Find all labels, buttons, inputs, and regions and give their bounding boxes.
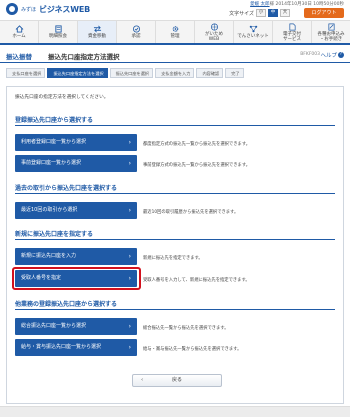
gnav-item-statements[interactable]: 明細照会 xyxy=(39,21,78,43)
recent-transactions-button[interactable]: 最近10回の取引から選択 › xyxy=(15,202,137,219)
font-size-large-button[interactable]: 大 xyxy=(280,9,290,17)
document-icon xyxy=(288,23,297,31)
font-size-selector: 文字サイズ 小 中 大 xyxy=(229,9,290,17)
gnav-label: 電子交付 サービス xyxy=(283,31,301,42)
gnav-item-home[interactable]: ホーム xyxy=(0,21,39,43)
back-label: 戻る xyxy=(171,377,182,383)
chevron-right-icon: › xyxy=(128,323,131,330)
button-label: 給与・賞与振込先口座一覧から選択 xyxy=(21,344,102,350)
back-button[interactable]: ‹ 戻る xyxy=(132,374,222,387)
instruction-text: 振込先口座の指定方法を選択してください。 xyxy=(15,95,109,100)
section-divider xyxy=(15,193,335,194)
salary-bonus-list-button[interactable]: 給与・賞与振込先口座一覧から選択 › xyxy=(15,339,137,356)
gnav-item-approve[interactable]: 承認 xyxy=(117,21,156,43)
chevron-left-icon: ‹ xyxy=(141,377,144,383)
new-destination-input-button[interactable]: 新規に振込先口座を入力 › xyxy=(15,248,137,265)
action-description: 最近10回の取引履歴から振込先を選択できます。 xyxy=(143,210,239,215)
list-icon xyxy=(54,25,63,33)
gnav-label: ホーム xyxy=(12,34,26,39)
page-subtitle: 振込先口座指定方法選択 xyxy=(48,53,120,61)
globe-icon xyxy=(210,23,219,31)
chevron-right-icon: › xyxy=(128,160,131,167)
chevron-right-icon: › xyxy=(128,275,131,282)
gnav-label: 承認 xyxy=(131,34,141,39)
logout-button[interactable]: ログアウト xyxy=(304,8,344,18)
login-datetime: 様 2014年10月30日 10時50分00秒 xyxy=(269,2,344,7)
chevron-right-icon: › xyxy=(128,344,131,351)
chevron-right-icon: › xyxy=(128,139,131,146)
main-panel: 振込先口座の指定方法を選択してください。 登録振込先口座から選択する 利用者登録… xyxy=(6,86,344,404)
step-select-source: 支払口座を選択 xyxy=(6,68,46,78)
help-label: ヘルプ xyxy=(320,53,337,59)
form-icon xyxy=(327,23,336,31)
top-bar: みずほ ビジネスWEB 愛媛 太郎様 2014年10月30日 10時50分00秒… xyxy=(0,0,350,20)
section-divider xyxy=(15,239,335,240)
gnav-item-transfer[interactable]: 資金移動 xyxy=(78,21,117,43)
font-size-medium-button[interactable]: 中 xyxy=(268,9,278,17)
chevron-right-icon: › xyxy=(128,207,131,214)
pre-registered-list-button[interactable]: 事前登録口座一覧から選択 › xyxy=(15,155,137,172)
gnav-label: 管理 xyxy=(170,34,180,39)
network-icon xyxy=(249,25,258,33)
page-id: BFKF003 xyxy=(300,52,320,57)
section-title-other-business: 他業務の登録振込先口座から選択する xyxy=(15,301,118,308)
step-enter-amount: 支払金額を入力 xyxy=(155,68,195,78)
font-size-small-button[interactable]: 小 xyxy=(256,9,266,17)
user-registered-list-button[interactable]: 利用者登録口座一覧から選択 › xyxy=(15,134,137,151)
logo-text: ビジネスWEB xyxy=(39,4,91,14)
button-label: 新規に振込先口座を入力 xyxy=(21,253,77,259)
gnav-item-e-delivery[interactable]: 電子交付 サービス xyxy=(273,21,312,43)
section-divider xyxy=(15,309,335,310)
button-label: 事前登録口座一覧から選択 xyxy=(21,160,82,166)
button-label: 総合振込先口座一覧から選択 xyxy=(21,323,87,329)
section-title-history: 過去の取引から振込先口座を選択する xyxy=(15,185,118,192)
transfer-icon xyxy=(93,25,102,33)
home-icon xyxy=(15,25,24,33)
action-description: 受取人番号を入力して、新規に振込先を指定できます。 xyxy=(143,278,250,283)
user-info: 愛媛 太郎様 2014年10月30日 10時50分00秒 xyxy=(250,1,344,7)
button-label: 受取人番号を指定 xyxy=(21,275,62,281)
action-description: 新規に振込先を指定できます。 xyxy=(143,256,203,261)
page-title: 振込振替 xyxy=(6,53,32,61)
recipient-number-button[interactable]: 受取人番号を指定 › xyxy=(15,270,137,287)
action-description: 総合振込先一覧から振込先を選択できます。 xyxy=(143,326,229,331)
gnav-item-densai[interactable]: でんさいネット xyxy=(234,21,273,43)
section-title-registered: 登録振込先口座から選択する xyxy=(15,117,94,124)
action-description: 事前登録方式の振込先一覧から振込先を選択できます。 xyxy=(143,163,250,168)
logo-mark-icon xyxy=(6,3,18,15)
help-link[interactable]: ヘルプ ? xyxy=(320,51,344,59)
step-select-destination: 振込先口座を選択 xyxy=(109,68,154,78)
gnav-label: でんさいネット xyxy=(237,34,269,39)
section-title-new: 新規に振込先口座を指定する xyxy=(15,231,94,238)
approve-icon xyxy=(132,25,141,33)
step-confirm: 内容確認 xyxy=(196,68,224,78)
gear-icon xyxy=(171,25,180,33)
gnav-label: 明細照会 xyxy=(49,34,67,39)
gnav-item-manage[interactable]: 管理 xyxy=(156,21,195,43)
footer xyxy=(0,406,350,417)
gnav-item-applications[interactable]: 各種お申込み ・お手続き xyxy=(312,21,350,43)
section-divider xyxy=(15,125,335,126)
general-transfer-list-button[interactable]: 総合振込先口座一覧から選択 › xyxy=(15,318,137,335)
step-indicator: 支払口座を選択 振込先口座指定方法を選択 振込先口座を選択 支払金額を入力 内容… xyxy=(6,68,344,78)
gnav-item-gaitame[interactable]: がいため WEB xyxy=(195,21,234,43)
logo-small-text: みずほ xyxy=(21,6,37,13)
action-description: 給与・賞与振込先一覧から振込先を選択できます。 xyxy=(143,347,242,352)
button-label: 利用者登録口座一覧から選択 xyxy=(21,139,87,145)
global-nav: ホーム 明細照会 資金移動 承認 管理 がいため WEB でんさいネット 電子交… xyxy=(0,20,350,45)
user-name[interactable]: 愛媛 太郎 xyxy=(250,2,269,7)
gnav-label: 各種お申込み ・お手続き xyxy=(317,31,345,42)
help-icon: ? xyxy=(338,52,344,58)
chevron-right-icon: › xyxy=(128,253,131,260)
gnav-label: がいため WEB xyxy=(205,31,223,42)
button-label: 最近10回の取引から選択 xyxy=(21,207,78,213)
step-complete: 完了 xyxy=(225,68,244,78)
action-description: 都度指定方式の振込先一覧から振込先を選択できます。 xyxy=(143,142,250,147)
font-size-label: 文字サイズ xyxy=(229,10,254,17)
step-select-method: 振込先口座指定方法を選択 xyxy=(47,68,108,78)
logo: みずほ ビジネスWEB xyxy=(6,3,90,15)
gnav-label: 資金移動 xyxy=(88,34,106,39)
page-heading: 振込振替 振込先口座指定方法選択 BFKF003 ヘルプ ? xyxy=(0,47,350,63)
